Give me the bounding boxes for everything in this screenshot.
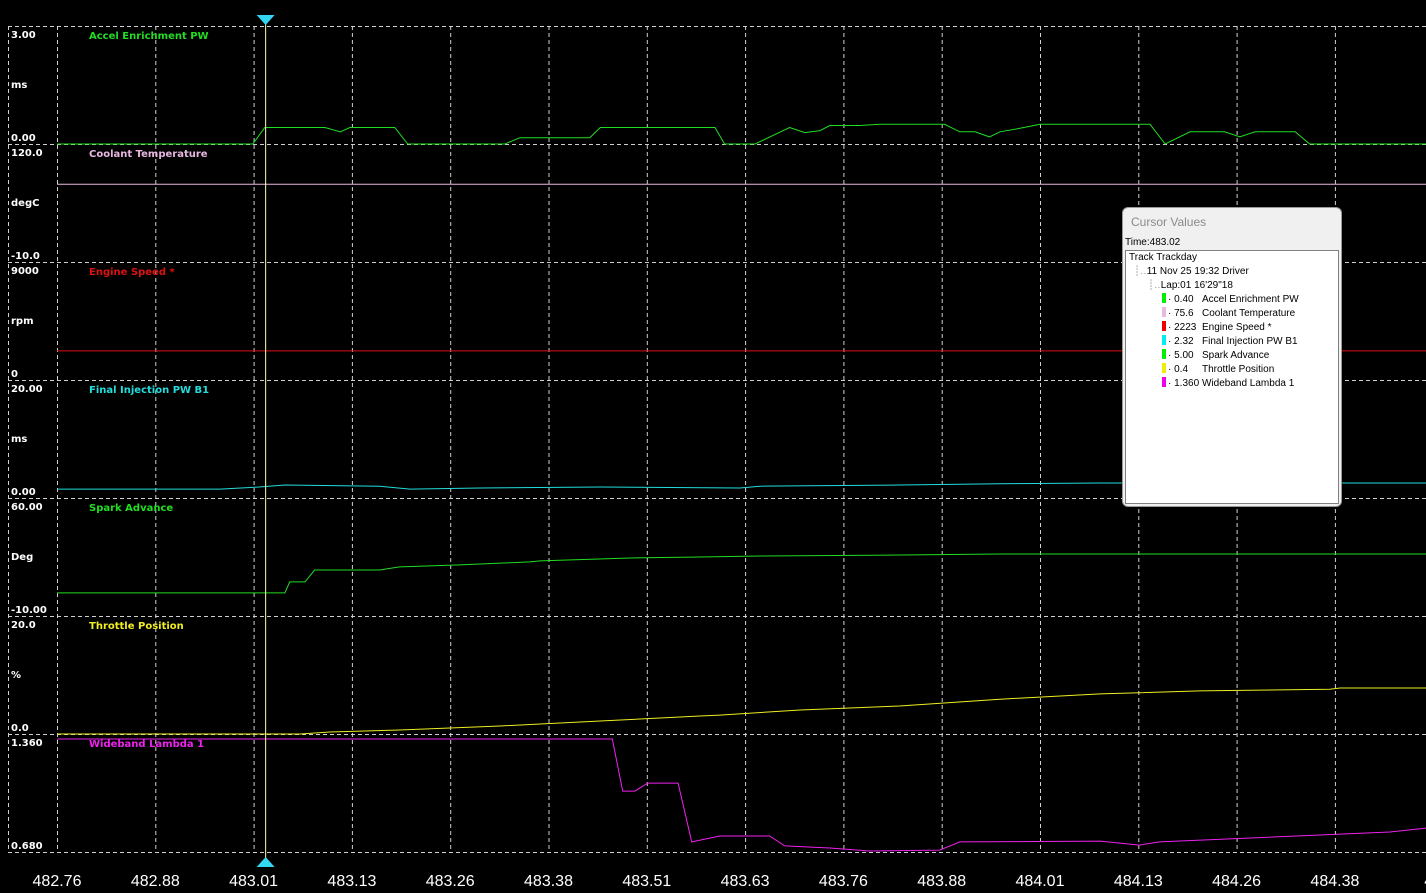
channel-color-swatch-icon [1162, 307, 1166, 317]
y-axis-min-label: 0.00 [11, 487, 36, 498]
y-axis-min-label: 0.00 [11, 133, 36, 144]
x-tick-label: 482.88 [131, 873, 180, 890]
cursor-value: · 2223 [1168, 322, 1197, 333]
y-axis-max-label: 1.360 [11, 738, 43, 749]
channel-color-swatch-icon [1162, 293, 1166, 303]
cursor-channel-name: Final Injection PW B1 [1202, 336, 1298, 347]
x-tick-label: 483.51 [622, 873, 671, 890]
cursor-bottom-marker-icon[interactable] [256, 857, 275, 867]
cursor-values-tree[interactable]: Track Trackday ┊‥11 Nov 25 19:32 Driver … [1125, 250, 1339, 504]
x-tick-label: 483.26 [426, 873, 475, 890]
cursor-value: · 5.00 [1168, 350, 1194, 361]
x-tick-label: 483.01 [229, 873, 278, 890]
y-axis-min-label: 0.0 [11, 723, 29, 734]
x-tick-label: 484.26 [1212, 873, 1261, 890]
x-tick-label: 483.13 [327, 873, 376, 890]
cursor-value-row[interactable]: · 2223 Engine Speed * [1126, 321, 1338, 335]
y-axis-max-label: 60.00 [11, 502, 43, 513]
y-axis-min-label: 0.680 [11, 841, 43, 852]
channel-name-label: Coolant Temperature [89, 149, 208, 160]
cursor-channel-name: Spark Advance [1202, 350, 1270, 361]
channel-color-swatch-icon [1162, 321, 1166, 331]
panel-throttle-position: 20.0% 0.0 Throttle Position [11, 620, 1426, 735]
y-axis-max-label: 20.0 [11, 620, 36, 631]
cursor-value-row[interactable]: · 5.00 Spark Advance [1126, 349, 1338, 363]
channel-name-label: Final Injection PW B1 [89, 385, 209, 396]
y-axis-max-label: 3.00 [11, 30, 36, 41]
x-tick-label: 484.13 [1114, 873, 1163, 890]
tree-track[interactable]: Track Trackday [1126, 251, 1338, 265]
tree-connector: ┊‥ [1148, 280, 1161, 291]
y-axis-unit-label: ms [11, 434, 27, 445]
cursor-value-row[interactable]: · 2.32 Final Injection PW B1 [1126, 335, 1338, 349]
channel-color-swatch-icon [1162, 377, 1166, 387]
channel-name-label: Wideband Lambda 1 [89, 739, 204, 750]
channel-name-label: Spark Advance [89, 503, 173, 514]
cursor-value-row[interactable]: · 0.4 Throttle Position [1126, 363, 1338, 377]
x-tick-label: 483.76 [819, 873, 868, 890]
cursor-value: · 1.360 [1168, 378, 1200, 389]
y-axis-max-label: 120.0 [11, 148, 43, 159]
cursor-values-title[interactable]: Cursor Values [1123, 208, 1341, 236]
cursor-value-row[interactable]: · 1.360 Wideband Lambda 1 [1126, 377, 1338, 391]
y-axis-min-label: -10.00 [11, 605, 47, 616]
series-line [57, 687, 1426, 735]
y-axis-max-label: 20.00 [11, 384, 43, 395]
tree-lap[interactable]: ┊‥Lap:01 16'29"18 [1126, 279, 1338, 293]
tree-connector: ┊‥ [1134, 266, 1147, 277]
y-axis-unit-label: rpm [11, 316, 34, 327]
cursor-value: · 0.40 [1168, 294, 1194, 305]
cursor-values-window[interactable]: Cursor Values Time:483.02 Track Trackday… [1122, 207, 1342, 507]
series-line [57, 738, 1426, 852]
cursor-channel-name: Coolant Temperature [1202, 308, 1296, 319]
y-axis-unit-label: ms [11, 80, 27, 91]
x-tick-label: 483.38 [524, 873, 573, 890]
lap-label: Lap:01 16'29"18 [1160, 280, 1233, 291]
y-axis-unit-label: Deg [11, 552, 33, 563]
x-tick-label: 484.01 [1016, 873, 1065, 890]
cursor-time: Time:483.02 [1125, 237, 1181, 248]
series-line [57, 553, 1426, 594]
y-axis-max-label: 9000 [11, 266, 39, 277]
cursor-value-row[interactable]: · 75.6 Coolant Temperature [1126, 307, 1338, 321]
panel-spark-advance: 60.00 Deg -10.00 Spark Advance [11, 502, 1426, 616]
panel-accel-enrichment-pw: 3.00 ms 0.00 Accel Enrichment PW [11, 30, 1426, 145]
channel-color-swatch-icon [1162, 349, 1166, 359]
channel-name-label: Engine Speed * [89, 267, 175, 278]
x-tick-label: 484.38 [1310, 873, 1359, 890]
channel-name-label: Throttle Position [89, 621, 184, 632]
cursor-value: · 0.4 [1168, 364, 1189, 375]
cursor-top-marker-icon[interactable] [256, 15, 275, 25]
x-tick-label: 483.88 [917, 873, 966, 890]
series-line [57, 123, 1426, 145]
panel-wideband-lambda-1: 1.360 0.680 Wideband Lambda 1 [11, 738, 1426, 852]
x-tick-label: 483.63 [721, 873, 770, 890]
y-axis-min-label: 0 [11, 369, 18, 380]
y-axis-min-label: -10.0 [11, 251, 40, 262]
cursor-channel-name: Accel Enrichment PW [1202, 294, 1299, 305]
cursor-channel-name: Engine Speed * [1202, 322, 1272, 333]
x-tick-label: 482.76 [33, 873, 82, 890]
channel-color-swatch-icon [1162, 363, 1166, 373]
tree-session[interactable]: ┊‥11 Nov 25 19:32 Driver [1126, 265, 1338, 279]
channel-color-swatch-icon [1162, 335, 1166, 345]
cursor-channel-name: Throttle Position [1202, 364, 1275, 375]
session-label: 11 Nov 25 19:32 Driver [1146, 266, 1249, 277]
cursor-channel-name: Wideband Lambda 1 [1202, 378, 1295, 389]
y-axis-unit-label: % [11, 670, 21, 681]
cursor-value: · 2.32 [1168, 336, 1194, 347]
cursor-value: · 75.6 [1168, 308, 1194, 319]
channel-name-label: Accel Enrichment PW [89, 31, 209, 42]
y-axis-unit-label: degC [11, 198, 39, 209]
cursor-value-row[interactable]: · 0.40 Accel Enrichment PW [1126, 293, 1338, 307]
